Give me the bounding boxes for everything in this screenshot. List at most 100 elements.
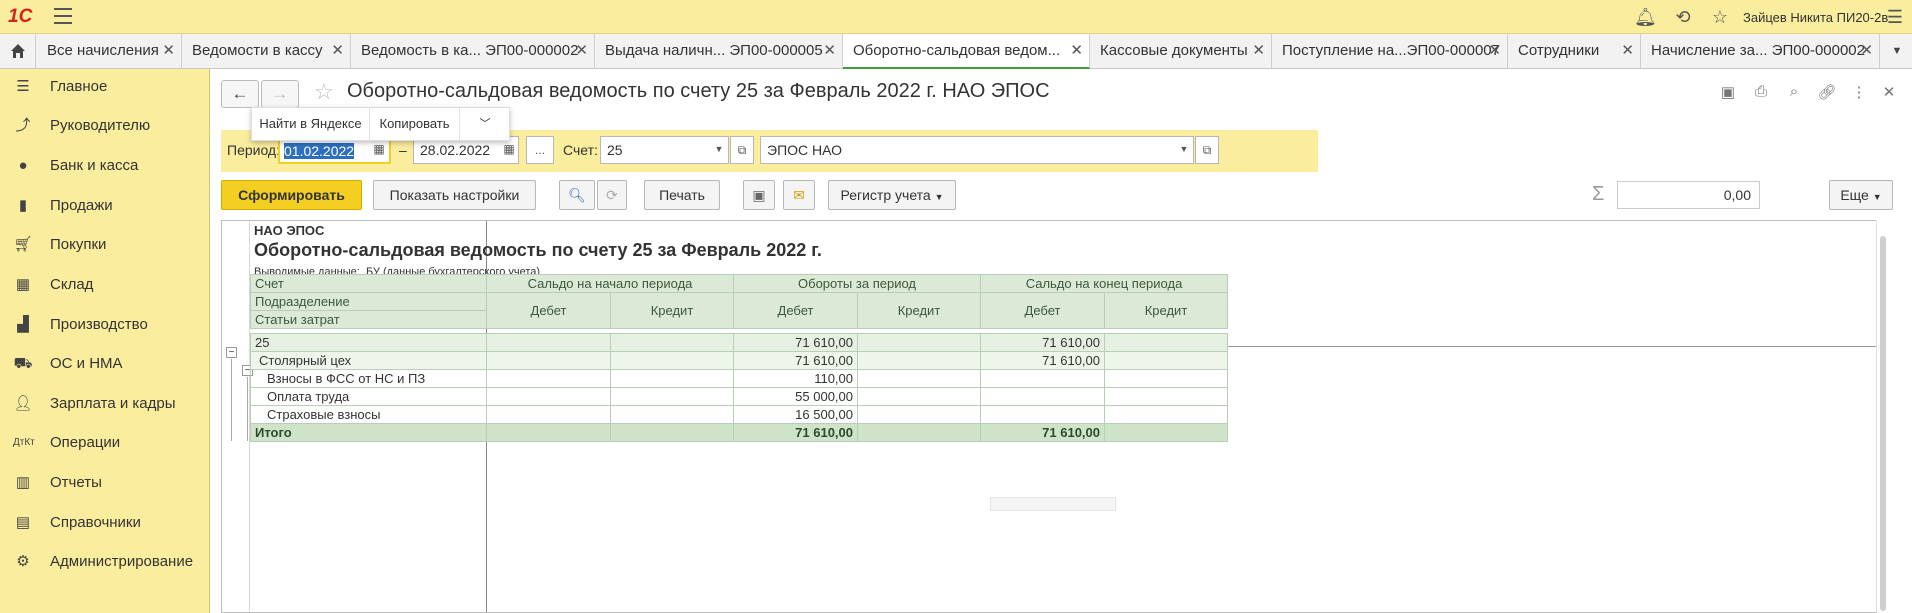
menu-icon: ☰ [16, 78, 30, 95]
table-row[interactable]: Столярный цех 71 610,00 71 610,00 [250, 351, 1228, 370]
print-icon[interactable]: ⎙ [1751, 83, 1771, 103]
show-settings-button[interactable]: Показать настройки [373, 180, 536, 210]
period-select-button[interactable]: ... [526, 136, 554, 164]
factory-icon: ▟ [17, 316, 29, 333]
tab-cash-statement-doc[interactable]: Ведомость в ка... ЭП00-000002 ✕ [351, 34, 595, 69]
tabs-dropdown-icon[interactable]: ▼ [1882, 34, 1912, 69]
bell-icon[interactable]: 🔔︎ [1634, 6, 1657, 28]
close-icon[interactable]: ✕ [575, 41, 588, 59]
link-icon[interactable]: 🔗︎ [1817, 83, 1837, 103]
sidebar-item-admin[interactable]: ⚙ Администрирование [0, 544, 210, 582]
context-popup: Найти в Яндексе Копировать ﹀ [251, 107, 510, 141]
table-row[interactable]: Взносы в ФСС от НС и ПЗ 110,00 [250, 369, 1228, 388]
col-account-header: Счет [250, 274, 487, 293]
close-icon[interactable]: ✕ [1252, 41, 1265, 59]
preview-icon[interactable]: ⌕ [1784, 83, 1804, 103]
close-icon[interactable]: ✕ [331, 41, 344, 59]
close-icon[interactable]: ✕ [1070, 41, 1083, 59]
sidebar-item-reports[interactable]: ▥ Отчеты [0, 465, 210, 503]
chevron-down-icon[interactable]: ▼ [1172, 136, 1196, 164]
close-form-icon[interactable]: ✕ [1879, 83, 1899, 103]
search-icon[interactable]: 🔍︎ [559, 180, 595, 210]
sidebar-item-manager[interactable]: ⤴ Руководителю [0, 108, 210, 146]
table-row[interactable]: 25 71 610,00 71 610,00 [250, 333, 1228, 352]
chevron-down-icon: ▼ [1872, 192, 1882, 202]
user-name[interactable]: Зайцев Никита ПИ20-2в [1743, 10, 1888, 25]
close-icon[interactable]: ✕ [823, 41, 836, 59]
tree-line [247, 377, 248, 441]
chevron-down-icon: ▼ [934, 192, 944, 202]
sidebar-item-operations[interactable]: ДтКт Операции [0, 425, 210, 463]
settings-menu-icon[interactable]: ☰ [1884, 6, 1906, 28]
page-title: Оборотно-сальдовая ведомость по счету 25… [347, 80, 1050, 102]
sidebar-item-assets[interactable]: ⛟ ОС и НМА [0, 346, 210, 384]
save-icon[interactable]: ▣ [743, 180, 775, 210]
back-button[interactable]: ← [221, 80, 259, 108]
history-icon[interactable]: ⟲ [1672, 6, 1694, 28]
generate-button[interactable]: Сформировать [221, 180, 362, 210]
sidebar-item-main[interactable]: ☰ Главное [0, 69, 210, 107]
scrollbar-thumb[interactable] [1880, 236, 1886, 611]
table-row[interactable]: Страховые взносы 16 500,00 [250, 405, 1228, 424]
report-scrollbar[interactable] [1876, 220, 1890, 613]
forward-button[interactable]: → [261, 80, 299, 108]
closing-balance-header: Сальдо на конец периода [980, 274, 1228, 293]
print-button[interactable]: Печать [644, 180, 720, 210]
coin-icon: ● [18, 157, 28, 174]
favorites-star-icon[interactable]: ☆ [1709, 6, 1731, 28]
cancel-search-icon[interactable]: ⟳ [597, 180, 627, 210]
tab-trial-balance[interactable]: Оборотно-сальдовая ведом... ✕ [843, 34, 1090, 69]
tab-cash-documents[interactable]: Кассовые документы ✕ [1090, 34, 1272, 69]
save-icon[interactable]: ▣ [1718, 83, 1738, 103]
collapse-icon[interactable]: − [226, 347, 237, 358]
mail-icon[interactable]: ✉ [783, 180, 815, 210]
sidebar-item-salary[interactable]: 👤︎ Зарплата и кадры [0, 386, 210, 424]
sidebar-item-production[interactable]: ▟ Производство [0, 307, 210, 345]
close-icon[interactable]: ✕ [1488, 41, 1501, 59]
favorite-star-icon[interactable]: ☆ [314, 79, 334, 105]
tab-cash-payout[interactable]: Выдача наличн... ЭП00-000005 ✕ [595, 34, 843, 69]
sidebar-item-directories[interactable]: ▤ Справочники [0, 505, 210, 543]
trend-icon: ⤴ [15, 117, 31, 134]
open-tabs-bar: Все начисления ✕ Ведомости в кассу ✕ Ведом… [0, 34, 1912, 69]
books-icon: ▤ [15, 514, 31, 531]
credit-header: Кредит [610, 292, 734, 329]
close-icon[interactable]: ✕ [1621, 41, 1634, 59]
close-icon[interactable]: ✕ [1860, 41, 1873, 59]
close-icon[interactable]: ✕ [162, 41, 175, 59]
open-icon[interactable]: ⧉ [1195, 136, 1219, 164]
debit-header: Дебет [980, 292, 1105, 329]
register-dropdown-button[interactable]: Регистр учета ▼ [828, 180, 956, 210]
debit-header: Дебет [733, 292, 858, 329]
copy-item[interactable]: Копировать [370, 108, 460, 140]
find-in-yandex-item[interactable]: Найти в Яндексе [252, 108, 370, 140]
progress-placeholder [990, 497, 1116, 511]
sidebar-item-purchases[interactable]: 🛒︎ Покупки [0, 227, 210, 265]
chevron-down-icon[interactable]: ﹀ [460, 108, 510, 140]
more-vertical-icon[interactable]: ⋮ [1849, 83, 1869, 103]
trial-balance-table: Счет Сальдо на начало периода Обороты за… [250, 274, 1228, 442]
tab-accrual[interactable]: Начисление за... ЭП00-000002 ✕ [1641, 34, 1880, 69]
main-menu-icon[interactable] [54, 8, 72, 24]
tab-all-accruals[interactable]: Все начисления ✕ [37, 34, 182, 69]
bag-icon: ▮ [18, 197, 28, 214]
total-row[interactable]: Итого 71 610,00 71 610,00 [250, 423, 1228, 442]
gear-icon: ⚙ [16, 553, 30, 570]
chevron-down-icon[interactable]: ▼ [707, 136, 731, 164]
open-icon[interactable]: ⧉ [730, 136, 754, 164]
tab-employees[interactable]: Сотрудники ✕ [1508, 34, 1641, 69]
period-dash: – [399, 142, 407, 158]
main-content: ← → ☆ Оборотно-сальдовая ведомость по сч… [211, 69, 1912, 613]
home-tab[interactable] [0, 34, 36, 69]
more-button[interactable]: Еще ▼ [1829, 180, 1893, 210]
top-bar: 1С 🔔︎ ⟲ ☆ Зайцев Никита ПИ20-2в ☰ [0, 0, 1912, 34]
table-row[interactable]: Оплата труда 55 000,00 [250, 387, 1228, 406]
sidebar-item-bank[interactable]: ● Банк и касса [0, 148, 210, 186]
report-area: НАО ЭПОС Оборотно-сальдовая ведомость по… [221, 220, 1888, 613]
organization-field[interactable]: ЭПОС НАО [760, 136, 1194, 164]
sidebar-item-sales[interactable]: ▮ Продажи [0, 188, 210, 226]
tab-receipt[interactable]: Поступление на...ЭП00-000007 ✕ [1272, 34, 1508, 69]
sidebar-item-warehouse[interactable]: ▦ Склад [0, 267, 210, 305]
tab-cash-statements[interactable]: Ведомости в кассу ✕ [182, 34, 351, 69]
col-dept-header: Подразделение [250, 292, 487, 311]
